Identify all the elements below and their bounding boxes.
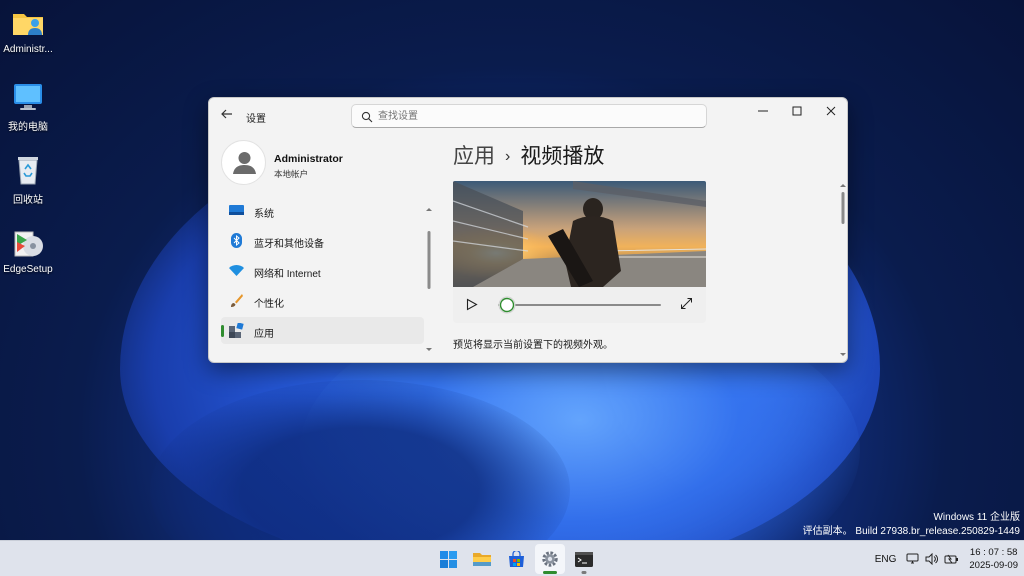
clock-date: 2025-09-09 [969, 560, 1018, 571]
search-input[interactable] [378, 108, 698, 125]
sidebar-item-label: 网络和 Internet [254, 269, 321, 280]
monitor-icon [11, 80, 45, 114]
gear-icon [542, 551, 558, 567]
windows-start-icon [439, 550, 457, 568]
user-profile[interactable]: Administrator 本地帐户 [221, 140, 421, 188]
user-folder-icon [11, 6, 45, 40]
sidebar-item-label: 应用 [254, 329, 274, 340]
clock-time: 16 : 07 : 58 [969, 547, 1018, 558]
settings-window: 设置 Administrator 本地帐户 系统 蓝牙和其 [208, 97, 848, 363]
breadcrumb: 应用 › 视频播放 [453, 140, 604, 170]
play-button[interactable] [466, 298, 478, 316]
folder-icon [473, 553, 491, 566]
avatar [221, 140, 266, 185]
recycle-bin-icon [11, 153, 45, 187]
sidebar-item-personalization[interactable]: 个性化 [221, 287, 424, 314]
sidebar-item-label: 蓝牙和其他设备 [254, 239, 324, 250]
language-indicator[interactable]: ENG [875, 554, 897, 565]
volume-icon [925, 553, 939, 565]
maximize-icon [792, 106, 802, 116]
desktop-icon-administrator[interactable]: Administr... [2, 6, 54, 55]
profile-account-type: 本地帐户 [274, 169, 309, 179]
sidebar-item-label: 系统 [254, 209, 274, 220]
desktop-icon-label: 回收站 [13, 195, 43, 206]
search-box[interactable] [351, 104, 707, 128]
maximize-button[interactable] [780, 98, 814, 124]
back-arrow-icon[interactable] [219, 107, 235, 123]
video-controls [453, 287, 706, 323]
terminal-icon [575, 551, 593, 567]
desktop-icon-label: 我的电脑 [8, 122, 48, 133]
sidebar-item-network[interactable]: 网络和 Internet [221, 257, 424, 284]
system-display-icon [229, 203, 244, 218]
taskbar-start-button[interactable] [433, 544, 463, 574]
taskbar-store[interactable] [501, 544, 531, 574]
sidebar-item-system[interactable]: 系统 [221, 197, 424, 224]
running-app-indicator [581, 571, 587, 574]
seek-slider[interactable] [498, 295, 668, 315]
taskbar-apps [433, 544, 599, 574]
desktop-icon-label: EdgeSetup [3, 264, 53, 275]
bluetooth-icon [229, 233, 244, 248]
taskbar-file-explorer[interactable] [467, 544, 497, 574]
store-icon [508, 550, 524, 567]
minimize-icon [758, 110, 768, 112]
clock[interactable]: 16 : 07 : 58 2025-09-09 [969, 546, 1018, 572]
desktop-icon-label: Administr... [3, 44, 53, 55]
sidebar-item-apps[interactable]: 应用 [221, 317, 424, 344]
installer-icon [11, 226, 45, 260]
taskbar-terminal[interactable] [569, 544, 599, 574]
title-bar[interactable]: 设置 [209, 98, 847, 132]
watermark-edition: Windows 11 企业版 [933, 512, 1020, 523]
minimize-button[interactable] [746, 98, 780, 124]
breadcrumb-separator: › [505, 148, 511, 165]
profile-name: Administrator [274, 153, 343, 165]
active-app-indicator [543, 571, 557, 574]
window-title: 设置 [246, 114, 266, 125]
sidebar-item-label: 个性化 [254, 299, 284, 310]
apps-icon [229, 322, 244, 338]
windows-edition-watermark: Windows 11 企业版 评估副本。 Build 27938.br_rele… [803, 511, 1020, 539]
network-icon [906, 553, 919, 564]
paintbrush-icon [229, 293, 244, 308]
tray-status-icons[interactable] [906, 553, 959, 565]
video-preview [453, 181, 706, 287]
desktop-icon-edgesetup[interactable]: EdgeSetup [2, 226, 54, 275]
wifi-icon [229, 263, 244, 278]
battery-icon [944, 554, 959, 564]
sidebar-item-accounts[interactable]: 帐户 [221, 347, 424, 353]
taskbar: ENG 16 : 07 : 58 2025-09-09 [0, 540, 1024, 576]
sidebar-nav: 系统 蓝牙和其他设备 网络和 Internet 个性化 应用 帐户 [221, 197, 424, 353]
sidebar-item-bluetooth[interactable]: 蓝牙和其他设备 [221, 227, 424, 254]
sidebar-scrollbar[interactable] [426, 205, 432, 355]
desktop-icon-this-pc[interactable]: 我的电脑 [2, 80, 54, 133]
selection-indicator [221, 325, 224, 337]
breadcrumb-parent[interactable]: 应用 [453, 145, 495, 168]
fullscreen-icon [681, 298, 692, 309]
page-title: 视频播放 [520, 145, 605, 168]
main-scrollbar[interactable] [840, 182, 846, 358]
close-button[interactable] [814, 98, 847, 124]
preview-description: 预览将显示当前设置下的视频外观。 [453, 340, 613, 351]
taskbar-settings[interactable] [535, 544, 565, 574]
watermark-build: 评估副本。 Build 27938.br_release.250829-1449 [802, 526, 1020, 537]
play-icon [466, 298, 478, 311]
close-icon [826, 106, 836, 116]
system-tray: ENG 16 : 07 : 58 2025-09-09 [875, 541, 1018, 576]
desktop-icon-recycle-bin[interactable]: 回收站 [2, 153, 54, 206]
search-icon [361, 110, 373, 128]
fullscreen-button[interactable] [680, 297, 693, 315]
